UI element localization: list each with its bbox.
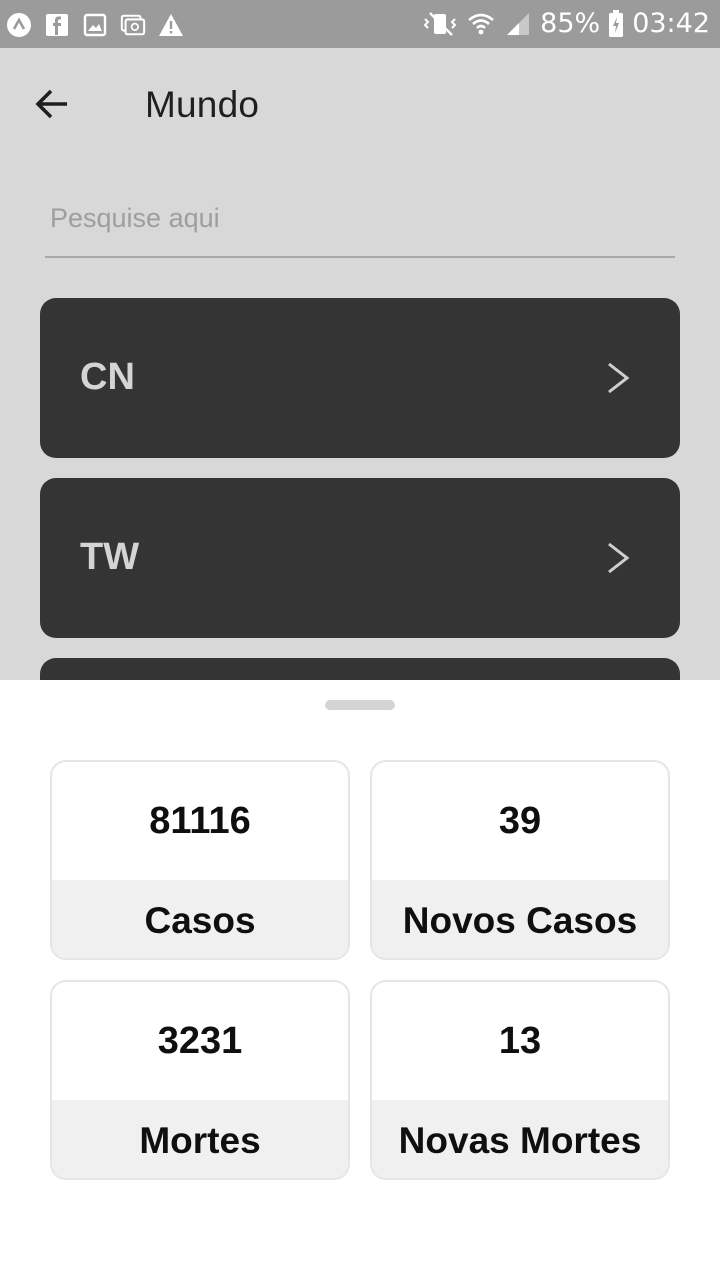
stat-card-new-cases: 39 Novos Casos <box>370 760 670 960</box>
list-item-country-1[interactable]: TW <box>40 478 680 638</box>
vibrate-icon <box>422 11 458 37</box>
country-code: CN <box>80 356 135 398</box>
drag-handle[interactable] <box>325 700 395 710</box>
country-code: TW <box>80 536 140 578</box>
stat-card-cases: 81116 Casos <box>50 760 350 960</box>
arrow-left-icon <box>35 89 67 119</box>
stat-label: Novos Casos <box>372 880 668 958</box>
chevron-right-icon <box>608 542 630 574</box>
status-bar: 85% 03:42 <box>0 0 720 48</box>
list-item-country-0[interactable]: CN <box>40 298 680 458</box>
stat-card-deaths: 3231 Mortes <box>50 980 350 1180</box>
signal-icon <box>504 11 532 37</box>
stat-value: 3231 <box>157 1019 243 1062</box>
system-icons: 85% 03:42 <box>422 6 710 42</box>
stat-label: Mortes <box>52 1100 348 1178</box>
page-title: Mundo <box>145 84 260 125</box>
stat-value: 81116 <box>149 799 251 842</box>
wifi-icon <box>466 11 496 37</box>
email-icon <box>120 12 146 38</box>
back-button[interactable] <box>22 76 82 132</box>
clock: 03:42 <box>632 8 710 39</box>
chevron-right-icon <box>608 362 630 394</box>
search-input[interactable] <box>45 190 675 258</box>
facebook-icon <box>44 12 70 38</box>
stat-value: 13 <box>498 1019 542 1062</box>
stat-card-new-deaths: 13 Novas Mortes <box>370 980 670 1180</box>
stats-bottom-sheet: 81116 Casos 39 Novos Casos 3231 Mortes 1… <box>0 680 720 1280</box>
battery-icon <box>608 10 624 37</box>
battery-percent: 85% <box>540 8 601 39</box>
warning-icon <box>158 12 184 38</box>
stat-label: Novas Mortes <box>372 1100 668 1178</box>
app-bar: Mundo <box>0 48 720 160</box>
stat-label: Casos <box>52 880 348 958</box>
notification-icons <box>6 10 184 40</box>
stat-value: 39 <box>498 799 542 842</box>
app-icon <box>6 12 32 38</box>
gallery-icon <box>82 12 108 38</box>
